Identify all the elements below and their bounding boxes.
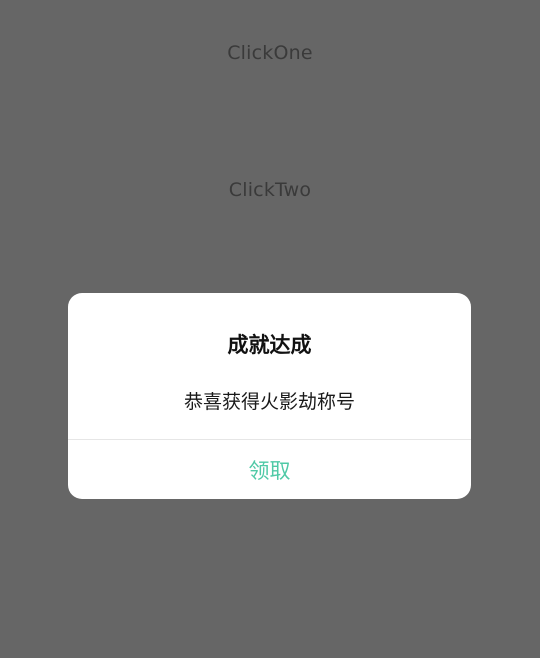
dialog-message: 恭喜获得火影劫称号 xyxy=(183,391,355,413)
click-two-button[interactable]: ClickTwo xyxy=(0,179,540,201)
click-one-button[interactable]: ClickOne xyxy=(0,42,540,64)
achievement-dialog: 成就达成 恭喜获得火影劫称号 领取 xyxy=(68,293,471,499)
dialog-title: 成就达成 xyxy=(227,333,312,357)
claim-button[interactable]: 领取 xyxy=(68,455,471,485)
dialog-divider xyxy=(68,439,471,440)
